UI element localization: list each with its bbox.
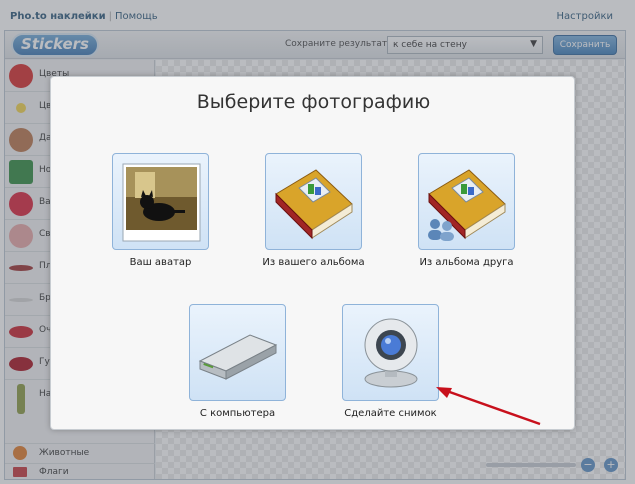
dialog-title: Выберите фотографию bbox=[196, 91, 431, 113]
option-label: Ваш аватар bbox=[129, 257, 192, 268]
cat-photo-icon bbox=[122, 163, 201, 242]
option-label: С компьютера bbox=[199, 408, 276, 419]
option-label: Из вашего альбома bbox=[262, 257, 365, 268]
friend-album-icon bbox=[428, 169, 506, 241]
option-tile[interactable] bbox=[265, 153, 362, 250]
choose-photo-dialog: Выберите фотографию Ваш аватар Из вашего… bbox=[50, 76, 575, 430]
red-arrow-annotation bbox=[436, 387, 541, 426]
option-tile[interactable] bbox=[342, 304, 439, 401]
option-label: Из альбома друга bbox=[419, 257, 514, 268]
photo-album-icon bbox=[275, 169, 353, 240]
option-tile[interactable] bbox=[418, 153, 515, 250]
option-tile[interactable] bbox=[189, 304, 286, 401]
webcam-icon bbox=[364, 318, 418, 388]
hard-drive-icon bbox=[198, 334, 278, 380]
option-tile[interactable] bbox=[112, 153, 209, 250]
